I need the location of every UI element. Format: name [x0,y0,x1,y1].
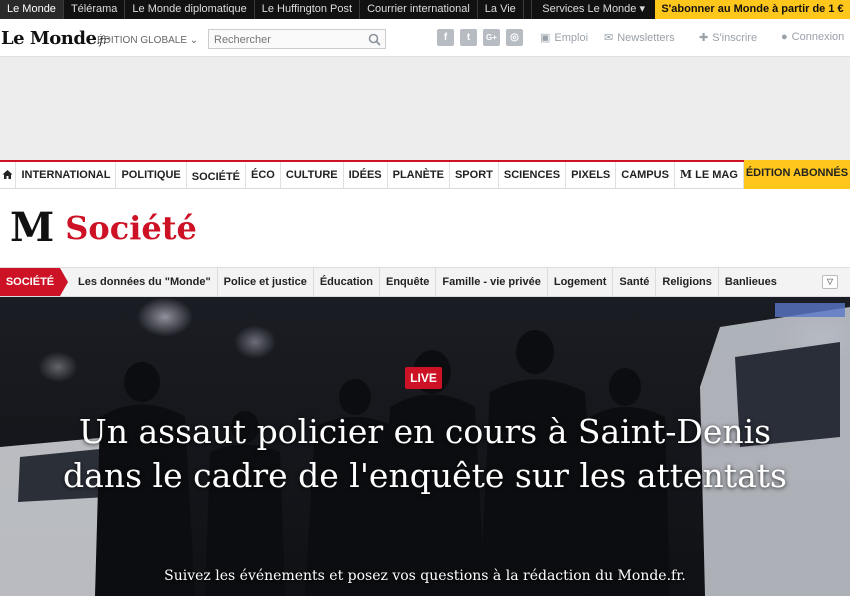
login-link[interactable]: ● Connexion [781,31,844,43]
user-icon: ● [781,31,788,43]
nav-politique[interactable]: POLITIQUE [116,162,187,188]
nav-sport[interactable]: SPORT [450,162,499,188]
le-monde-m-icon: M [10,204,54,251]
edition-selector[interactable]: ÉDITION GLOBALE ⌄ [97,35,198,46]
site-link-la-vie[interactable]: La Vie [478,0,524,19]
newsletters-label: Newsletters [617,32,675,44]
subnav-famille[interactable]: Famille - vie privée [436,268,548,296]
login-label: Connexion [791,31,845,43]
main-nav: INTERNATIONAL POLITIQUE SOCIÉTÉ ÉCO CULT… [0,160,850,189]
subnav-police-justice[interactable]: Police et justice [218,268,314,296]
site-link-le-monde[interactable]: Le Monde [0,0,64,19]
site-link-courrier-international[interactable]: Courrier international [360,0,478,19]
subnav-logement[interactable]: Logement [548,268,614,296]
subnav-donnees[interactable]: Les données du "Monde" [72,268,218,296]
section-subnav: SOCIÉTÉ Les données du "Monde" Police et… [0,267,850,297]
section-title: Société [65,209,197,247]
nav-pixels[interactable]: PIXELS [566,162,617,188]
search-input[interactable] [209,31,359,49]
ad-banner-area [0,57,850,160]
nav-societe[interactable]: SOCIÉTÉ [186,162,247,188]
site-link-telerama[interactable]: Télérama [64,0,126,19]
network-bar: Le Monde Télérama Le Monde diplomatique … [0,0,850,19]
nav-le-mag[interactable]: M LE MAG [675,162,744,188]
nav-eco[interactable]: ÉCO [246,162,281,188]
instagram-icon[interactable]: ◎ [506,29,523,46]
nav-idees[interactable]: IDÉES [344,162,388,188]
le-mag-logo-icon: M [679,168,693,181]
topbar-spacer [524,0,531,19]
newsletters-link[interactable]: ✉ Newsletters [604,31,675,44]
services-menu[interactable]: Services Le Monde ▾ [531,0,655,19]
subnav-enquete[interactable]: Enquête [380,268,437,296]
le-monde-logo[interactable]: Le Monde.fr [1,28,108,49]
subnav-religions[interactable]: Religions [656,268,719,296]
emploi-label: Emploi [554,32,589,44]
live-badge: LIVE [405,367,442,389]
home-icon[interactable] [0,162,17,188]
nav-culture[interactable]: CULTURE [281,162,344,188]
logo-text: Le Monde [1,28,97,49]
subnav-sante[interactable]: Santé [613,268,657,296]
signup-link[interactable]: ✚ S'inscrire [699,31,757,44]
section-header: M Société [10,207,197,249]
twitter-icon[interactable]: t [460,29,477,46]
google-plus-icon[interactable]: G+ [483,29,500,46]
emploi-link[interactable]: ▣ Emploi [540,31,588,44]
briefcase-icon: ▣ [540,32,551,44]
subnav-education[interactable]: Éducation [314,268,380,296]
facebook-icon[interactable]: f [437,29,454,46]
nav-campus[interactable]: CAMPUS [616,162,675,188]
nav-le-mag-label: LE MAG [695,169,738,181]
nav-international[interactable]: INTERNATIONAL [16,162,117,188]
search-box [208,29,386,49]
subnav-banlieues[interactable]: Banlieues [719,268,783,296]
site-link-huffington-post[interactable]: Le Huffington Post [255,0,361,19]
signup-label: S'inscrire [712,32,758,44]
nav-planete[interactable]: PLANÈTE [388,162,450,188]
hero-headline[interactable]: Un assaut policier en cours à Saint-Deni… [60,410,790,498]
edition-abonnes-button[interactable]: ÉDITION ABONNÉS [743,160,850,189]
site-header: Le Monde.fr ÉDITION GLOBALE ⌄ f t G+ ◎ ▣… [0,19,850,57]
subscribe-button[interactable]: S'abonner au Monde à partir de 1 € [655,0,850,19]
hero-article[interactable]: LIVE Un assaut policier en cours à Saint… [0,297,850,596]
envelope-icon: ✉ [604,32,614,44]
nav-sciences[interactable]: SCIENCES [499,162,567,188]
section-tag[interactable]: SOCIÉTÉ [0,268,68,296]
site-link-monde-diplomatique[interactable]: Le Monde diplomatique [125,0,255,19]
hero-lede: Suivez les événements et posez vos quest… [164,568,686,584]
chevron-down-icon[interactable]: ▽ [822,275,838,289]
user-plus-icon: ✚ [699,32,709,44]
search-icon[interactable] [368,33,381,51]
